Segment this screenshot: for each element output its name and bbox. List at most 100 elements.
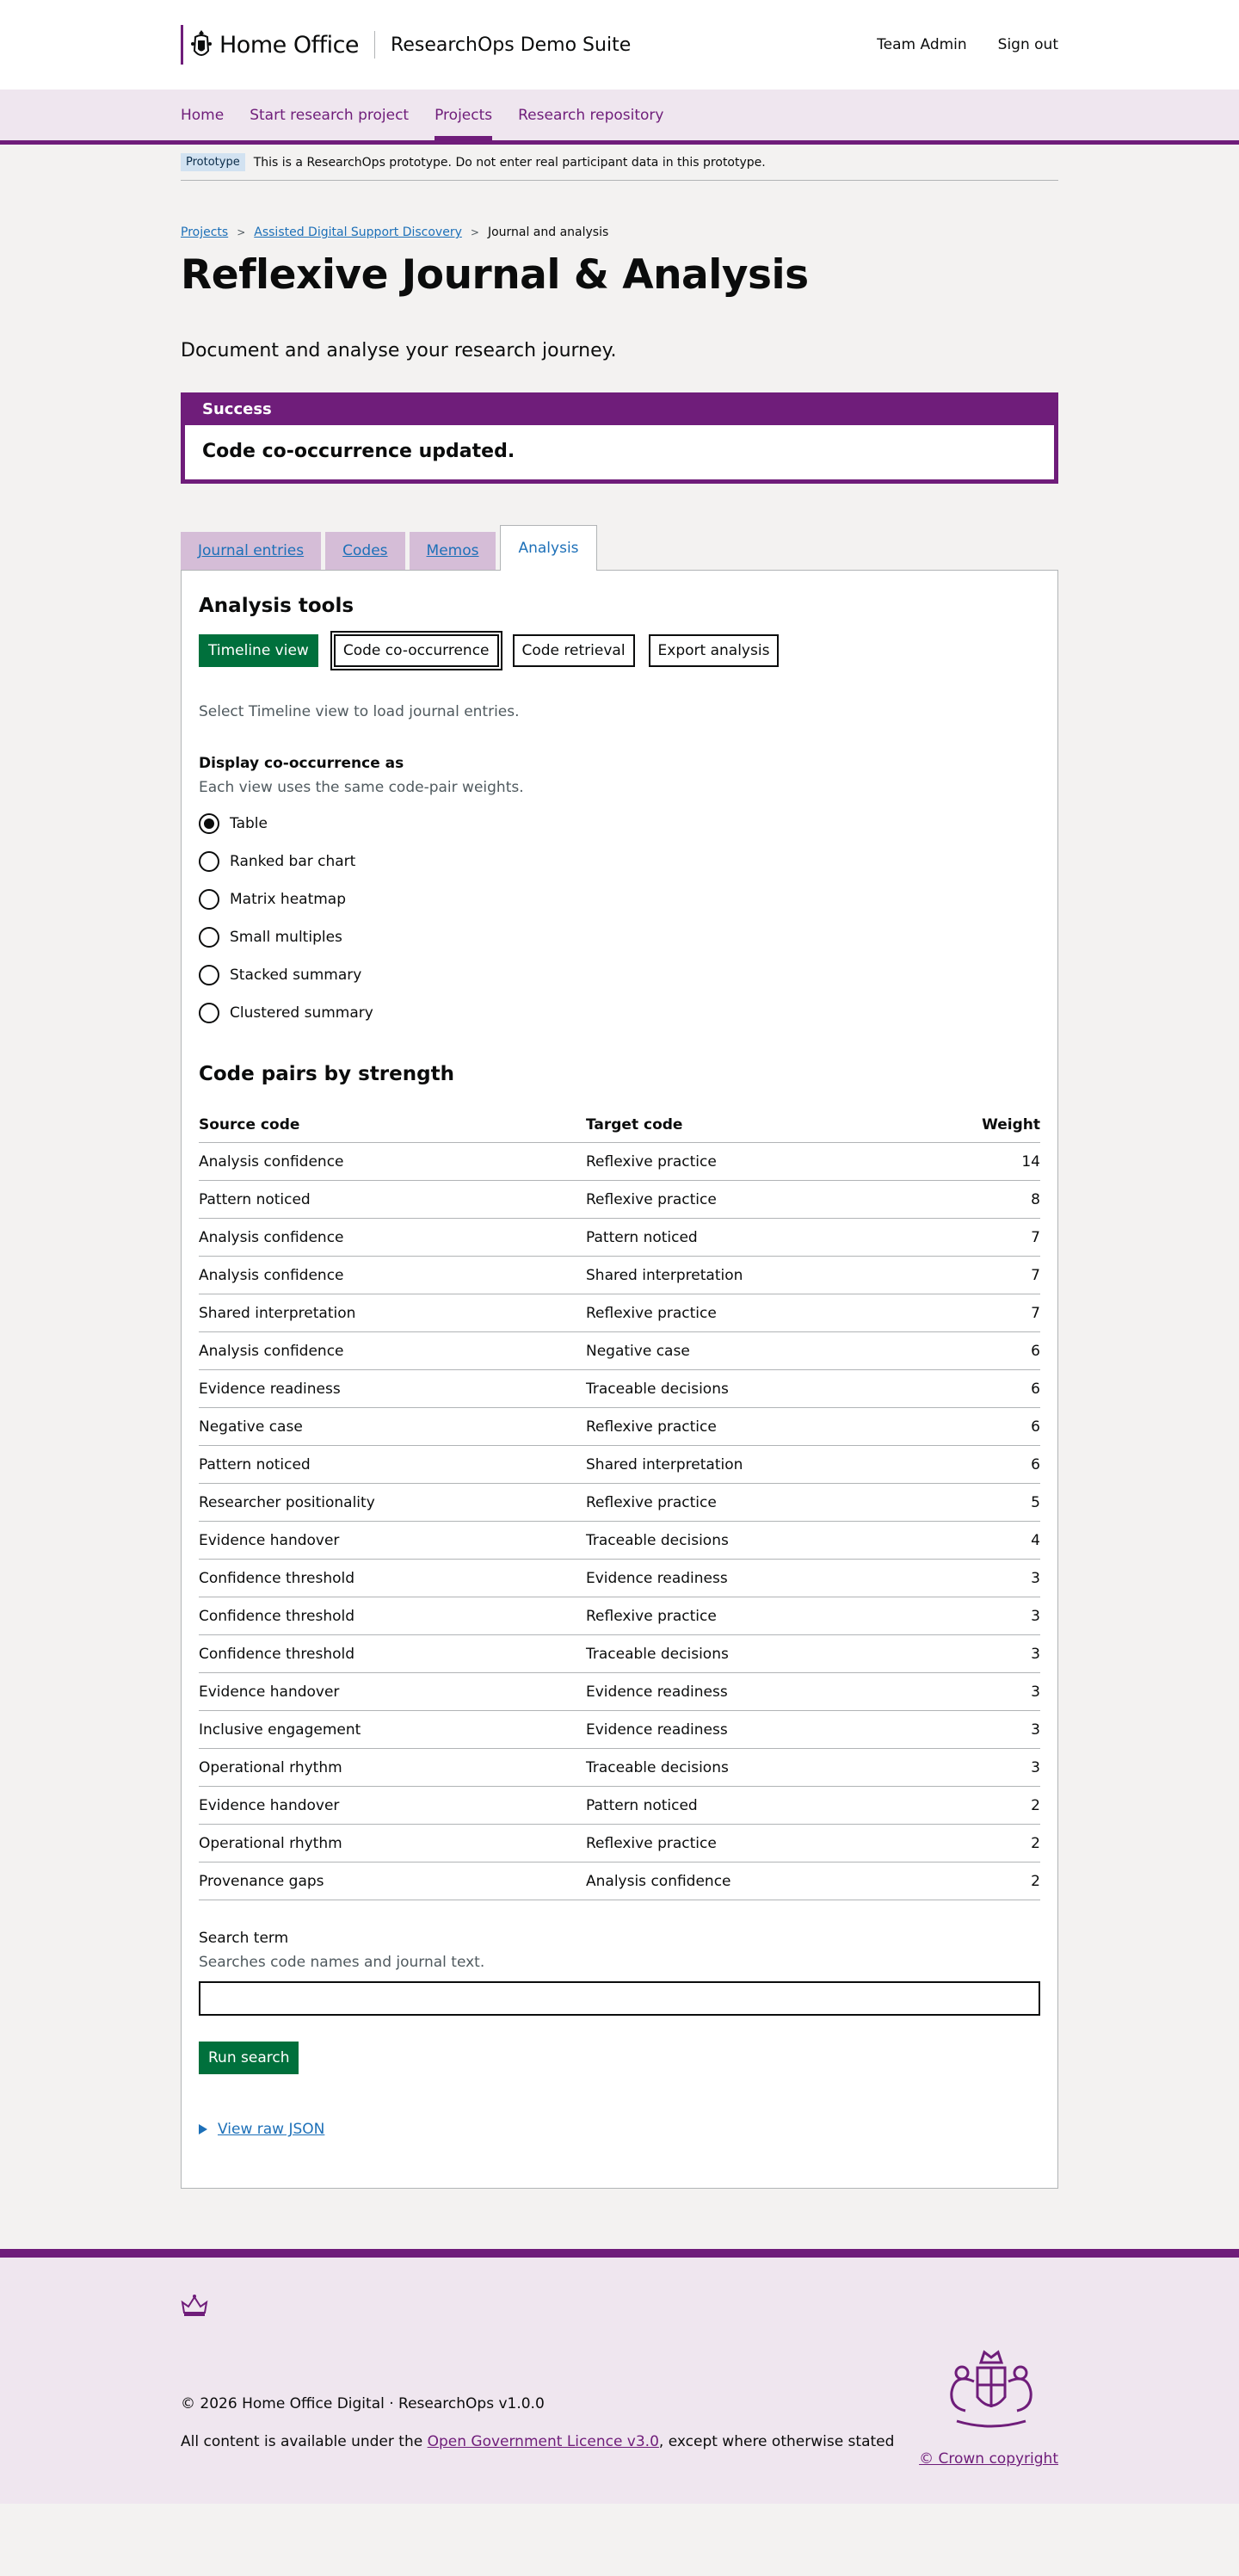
target-code-cell: Pattern noticed <box>586 1218 917 1257</box>
chevron-right-icon: > <box>470 226 479 238</box>
breadcrumb-projects[interactable]: Projects <box>181 225 228 239</box>
target-code-cell: Evidence readiness <box>586 1672 917 1711</box>
radio-label: Clustered summary <box>230 1004 373 1022</box>
phase-text: This is a ResearchOps prototype. Do not … <box>253 155 766 170</box>
breadcrumb-current: Journal and analysis <box>487 225 609 239</box>
table-row: Evidence handover Evidence readiness 3 <box>199 1672 1040 1711</box>
run-search-button[interactable]: Run search <box>199 2042 299 2074</box>
tab-memos-link[interactable]: Memos <box>427 542 479 559</box>
radio-clustered-summary[interactable]: Clustered summary <box>199 994 1040 1032</box>
search-label: Search term <box>199 1930 289 1947</box>
weight-cell: 4 <box>916 1521 1040 1560</box>
nav-item-home[interactable]: Home <box>181 90 224 140</box>
weight-cell: 3 <box>916 1559 1040 1597</box>
tab-codes[interactable]: Codes <box>325 532 405 570</box>
source-code-cell: Analysis confidence <box>199 1256 586 1294</box>
column-header-source: Source code <box>199 1109 586 1143</box>
export-analysis-button[interactable]: Export analysis <box>648 634 780 667</box>
nav-item-research-repository[interactable]: Research repository <box>518 90 663 140</box>
target-code-cell: Traceable decisions <box>586 1369 917 1408</box>
tab-analysis[interactable]: Analysis <box>500 525 597 571</box>
site-header: Home Office ResearchOps Demo Suite Team … <box>0 0 1239 90</box>
sign-out-link[interactable]: Sign out <box>998 36 1058 53</box>
weight-cell: 14 <box>916 1142 1040 1181</box>
crest-icon <box>191 30 212 56</box>
royal-coat-of-arms-icon <box>950 2350 1032 2428</box>
tab-journal-entries-link[interactable]: Journal entries <box>198 542 304 559</box>
source-code-cell: Shared interpretation <box>199 1294 586 1332</box>
weight-cell: 7 <box>916 1294 1040 1332</box>
table-row: Confidence threshold Evidence readiness 3 <box>199 1559 1040 1597</box>
code-pairs-heading: Code pairs by strength <box>199 1063 454 1085</box>
target-code-cell: Evidence readiness <box>586 1710 917 1749</box>
radio-unchecked-icon[interactable] <box>199 851 219 872</box>
breadcrumb-project[interactable]: Assisted Digital Support Discovery <box>254 225 462 239</box>
weight-cell: 3 <box>916 1748 1040 1787</box>
radio-ranked-bar-chart[interactable]: Ranked bar chart <box>199 843 1040 880</box>
team-admin-link[interactable]: Team Admin <box>877 36 967 53</box>
search-input[interactable] <box>199 1981 1040 2016</box>
target-code-cell: Traceable decisions <box>586 1634 917 1673</box>
display-options: Table Ranked bar chart Matrix heatmap Sm… <box>199 805 1040 1032</box>
page-title: Reflexive Journal & Analysis <box>181 251 809 299</box>
table-row: Negative case Reflexive practice 6 <box>199 1407 1040 1446</box>
raw-json-details[interactable]: View raw JSON <box>199 2121 1040 2138</box>
target-code-cell: Reflexive practice <box>586 1180 917 1219</box>
code-retrieval-button[interactable]: Code retrieval <box>512 634 635 667</box>
radio-stacked-summary[interactable]: Stacked summary <box>199 956 1040 994</box>
crown-copyright-link[interactable]: © Crown copyright <box>919 2450 1058 2468</box>
radio-unchecked-icon[interactable] <box>199 965 219 985</box>
table-row: Evidence readiness Traceable decisions 6 <box>199 1369 1040 1408</box>
view-raw-json-link[interactable]: View raw JSON <box>218 2121 324 2138</box>
display-legend: Display co-occurrence as <box>199 755 404 772</box>
radio-matrix-heatmap[interactable]: Matrix heatmap <box>199 880 1040 918</box>
source-code-cell: Analysis confidence <box>199 1331 586 1370</box>
source-code-cell: Pattern noticed <box>199 1180 586 1219</box>
table-row: Researcher positionality Reflexive practi… <box>199 1483 1040 1522</box>
code-pairs-body: Analysis confidence Reflexive practice 14 P… <box>199 1142 1040 1900</box>
source-code-cell: Evidence handover <box>199 1786 586 1825</box>
table-row: Shared interpretation Reflexive practice 7 <box>199 1294 1040 1332</box>
phase-tag: Prototype <box>181 153 245 171</box>
radio-unchecked-icon[interactable] <box>199 927 219 948</box>
radio-table[interactable]: Table <box>199 805 1040 843</box>
nav-item-start-research-project[interactable]: Start research project <box>250 90 409 140</box>
radio-unchecked-icon[interactable] <box>199 889 219 910</box>
nav-item-projects[interactable]: Projects <box>435 90 493 140</box>
radio-unchecked-icon[interactable] <box>199 1003 219 1023</box>
radio-label: Small multiples <box>230 929 342 946</box>
service-name[interactable]: ResearchOps Demo Suite <box>391 34 631 56</box>
table-row: Pattern noticed Reflexive practice 8 <box>199 1180 1040 1219</box>
table-row: Analysis confidence Negative case 6 <box>199 1331 1040 1370</box>
source-code-cell: Researcher positionality <box>199 1483 586 1522</box>
tab-memos[interactable]: Memos <box>409 532 496 570</box>
triangle-right-icon[interactable] <box>199 2124 207 2134</box>
weight-cell: 2 <box>916 1786 1040 1825</box>
weight-cell: 3 <box>916 1672 1040 1711</box>
target-code-cell: Reflexive practice <box>586 1483 917 1522</box>
main-content: Prototype This is a ResearchOps prototyp… <box>181 145 1058 2189</box>
target-code-cell: Reflexive practice <box>586 1142 917 1181</box>
table-row: Analysis confidence Shared interpretation… <box>199 1256 1040 1294</box>
table-row: Confidence threshold Reflexive practice 3 <box>199 1597 1040 1635</box>
weight-cell: 3 <box>916 1710 1040 1749</box>
column-header-weight: Weight <box>916 1109 1040 1143</box>
tab-codes-link[interactable]: Codes <box>342 542 387 559</box>
licence-link[interactable]: Open Government Licence v3.0 <box>428 2433 659 2450</box>
source-code-cell: Confidence threshold <box>199 1559 586 1597</box>
timeline-hint: Select Timeline view to load journal ent… <box>199 703 520 720</box>
source-code-cell: Operational rhythm <box>199 1824 586 1863</box>
tab-journal-entries[interactable]: Journal entries <box>181 532 322 570</box>
target-code-cell: Traceable decisions <box>586 1521 917 1560</box>
radio-small-multiples[interactable]: Small multiples <box>199 918 1040 956</box>
target-code-cell: Analysis confidence <box>586 1862 917 1900</box>
target-code-cell: Reflexive practice <box>586 1407 917 1446</box>
source-code-cell: Inclusive engagement <box>199 1710 586 1749</box>
home-office-logo[interactable]: Home Office <box>181 25 360 65</box>
weight-cell: 2 <box>916 1862 1040 1900</box>
weight-cell: 6 <box>916 1407 1040 1446</box>
radio-checked-icon[interactable] <box>199 813 219 834</box>
table-row: Analysis confidence Reflexive practice 14 <box>199 1142 1040 1181</box>
code-co-occurrence-button[interactable]: Code co-occurrence <box>330 631 502 670</box>
timeline-view-button[interactable]: Timeline view <box>199 634 318 667</box>
